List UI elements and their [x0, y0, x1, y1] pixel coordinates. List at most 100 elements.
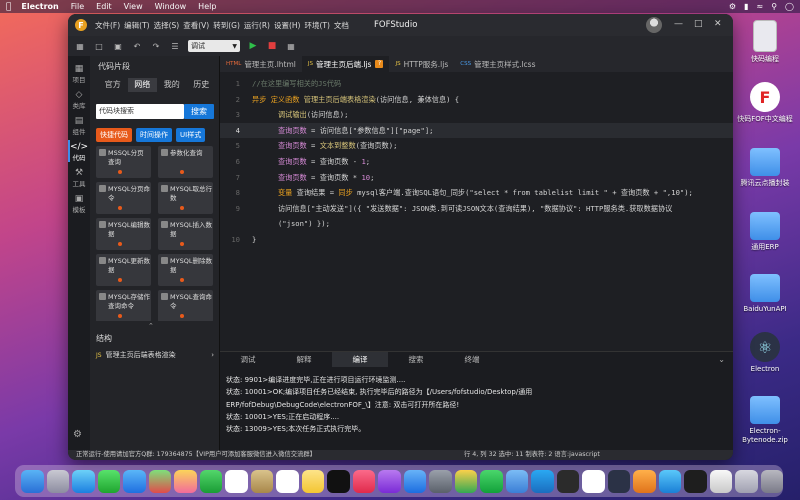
stop-icon[interactable]: ■ — [266, 40, 278, 52]
snippet-card[interactable]: MYSQL编辑数据 — [96, 218, 151, 250]
snippet-tab-history[interactable]: 历史 — [187, 78, 217, 92]
snippet-card[interactable]: MYSQL删除数据 — [158, 254, 213, 286]
code-line[interactable]: 5 查询页数 = 文本到整数(查询页数); — [220, 138, 733, 154]
messages-icon[interactable] — [97, 469, 120, 493]
spotlight-icon[interactable]: ⚲ — [771, 2, 777, 11]
desktop-icon-folder-erp[interactable]: 通用ERP — [730, 212, 800, 252]
activity-code[interactable]: </> 代码 — [68, 140, 90, 162]
code-line[interactable]: ("json") }); — [220, 216, 733, 232]
menubar-item-window[interactable]: Window — [155, 2, 187, 11]
menu-file[interactable]: 文件(F) — [95, 20, 120, 31]
photos-icon[interactable] — [174, 469, 197, 493]
save-icon[interactable]: ▣ — [112, 40, 124, 52]
undo-icon[interactable]: ↶ — [131, 40, 143, 52]
redo-icon[interactable]: ↷ — [150, 40, 162, 52]
desktop-icon-doc[interactable]: 快码编程 — [730, 20, 800, 64]
code-line[interactable]: 1 //在这里编写相关的JS代码 — [220, 76, 733, 92]
snippet-card[interactable]: MYSQL取总行数 — [158, 182, 213, 214]
electron-dock-icon[interactable] — [607, 469, 630, 493]
menubar-item-help[interactable]: Help — [198, 2, 216, 11]
code-line[interactable]: 2 异步 定义函数 管理主页后端表格渲染(访问信息, 兼体信息) { — [220, 92, 733, 108]
snippet-tab-official[interactable]: 官方 — [98, 78, 128, 92]
facetime-icon[interactable] — [199, 469, 222, 493]
desktop-icon-folder-tencent[interactable]: 腾讯云点播封装 — [730, 148, 800, 188]
music-icon[interactable] — [352, 469, 375, 493]
code-lines[interactable]: 1 //在这里编写相关的JS代码 2 异步 定义函数 管理主页后端表格渲染(访问信息,… — [220, 76, 733, 248]
menu-select[interactable]: 选择(S) — [154, 20, 180, 31]
minimize-icon[interactable]: — — [674, 19, 683, 29]
maps-icon[interactable] — [148, 469, 171, 493]
contacts-icon[interactable] — [250, 469, 273, 493]
snippet-card[interactable]: MSSQL分页查询 — [96, 146, 151, 178]
preview-icon[interactable] — [505, 469, 528, 493]
output-tab-explain[interactable]: 解释 — [276, 352, 332, 367]
sublime-icon[interactable] — [633, 469, 656, 493]
terminal-icon[interactable] — [556, 469, 579, 493]
trash-icon[interactable] — [760, 469, 783, 493]
code-line[interactable]: 4 查询页数 = 访问信息["参数信息"]["page"]; — [220, 122, 733, 139]
menu-env[interactable]: 环境(T) — [304, 20, 329, 31]
menu-edit[interactable]: 编辑(T) — [124, 20, 149, 31]
wifi-icon[interactable]: ≈ — [756, 2, 763, 11]
structure-item[interactable]: JS 管理主页后端表格渲染 › — [96, 350, 214, 360]
vscode-icon[interactable] — [531, 469, 554, 493]
menubar-app-name[interactable]: Electron — [21, 2, 58, 11]
snippet-card[interactable]: MYSQL分页命令 — [96, 182, 151, 214]
code-line[interactable]: 9 访问信息["主动发送"]({ "发送数据": JSON类.到可读JSON文本… — [220, 201, 733, 217]
code-line[interactable]: 8 变量 查询结果 = 同步 mysql客户端.查询SQL语句_同步("sele… — [220, 185, 733, 201]
menubar-item-file[interactable]: File — [71, 2, 84, 11]
apple-icon[interactable]:  — [6, 2, 11, 12]
safari-icon[interactable] — [72, 469, 95, 493]
menu-docs[interactable]: 文档 — [334, 20, 349, 31]
app-store-icon[interactable] — [403, 469, 426, 493]
snippet-tab-mine[interactable]: 我的 — [157, 78, 187, 92]
editor-tab-css[interactable]: CSS 管理主页样式.lcss — [454, 56, 541, 72]
menu-settings[interactable]: 设置(H) — [274, 20, 301, 31]
activity-items[interactable]: ▦ 项目 — [68, 64, 90, 84]
battery-icon[interactable]: ▮ — [744, 2, 748, 11]
output-tab-compile[interactable]: 编译 — [332, 352, 388, 367]
collapse-panel-icon[interactable]: ⌄ — [718, 355, 725, 364]
activity-class[interactable]: ◇ 类库 — [68, 90, 90, 110]
desktop-icon-zip[interactable]: Electron-Bytenode.zip — [730, 396, 800, 445]
podcasts-icon[interactable] — [378, 469, 401, 493]
avatar[interactable] — [646, 17, 662, 33]
snippet-tab-network[interactable]: 网络 — [127, 78, 157, 92]
downloads-folder-icon[interactable] — [735, 469, 758, 493]
code-line[interactable]: 7 查询页数 = 查询页数 * 10; — [220, 170, 733, 186]
tv-icon[interactable] — [327, 469, 350, 493]
menu-run[interactable]: 运行(R) — [244, 20, 270, 31]
desktop-icon-folder-baidu[interactable]: BaiduYunAPI — [730, 274, 800, 314]
activity-component[interactable]: ▤ 组件 — [68, 116, 90, 136]
sidebar-toggle-icon[interactable]: ▦ — [74, 40, 86, 52]
desktop-icon-fof[interactable]: F 快码FOF中文编程 — [730, 82, 800, 124]
run-icon[interactable]: ▶ — [247, 40, 259, 52]
notes-icon[interactable] — [301, 469, 324, 493]
menu-goto[interactable]: 转到(G) — [213, 20, 240, 31]
snippet-card[interactable]: MYSQL存储作查询命令 — [96, 290, 151, 321]
finder-icon[interactable] — [21, 469, 44, 493]
close-icon[interactable]: ✕ — [714, 19, 722, 29]
chrome-icon[interactable] — [454, 469, 477, 493]
editor-tab-active-js[interactable]: JS 管理主页后端.ljs ? — [301, 56, 390, 72]
maximize-icon[interactable]: □ — [694, 19, 703, 29]
wechat-icon[interactable] — [480, 469, 503, 493]
fof-dock-icon[interactable] — [582, 469, 605, 493]
output-tab-search[interactable]: 搜索 — [388, 352, 444, 367]
mode-select[interactable]: 调试 ▼ — [188, 40, 240, 52]
code-line[interactable]: 10} — [220, 232, 733, 248]
menu-view[interactable]: 查看(V) — [183, 20, 209, 31]
code-line[interactable]: 6 查询页数 = 查询页数 - 1; — [220, 154, 733, 170]
snippet-card[interactable]: MYSQL查询命令 — [158, 290, 213, 321]
output-tab-terminal[interactable]: 终端 — [444, 352, 500, 367]
system-settings-icon[interactable] — [429, 469, 452, 493]
jetbrains-icon[interactable] — [684, 469, 707, 493]
code-line[interactable]: 3 调试输出(访问信息); — [220, 107, 733, 123]
snippet-card[interactable]: 参数化查询 — [158, 146, 213, 178]
launchpad-icon[interactable] — [46, 469, 69, 493]
collapse-chevron-icon[interactable]: ⌃ — [148, 322, 154, 330]
calendar-icon[interactable] — [225, 469, 248, 493]
activity-template[interactable]: ▣ 模板 — [68, 194, 90, 214]
snippet-card[interactable]: MYSQL插入数据 — [158, 218, 213, 250]
snippet-card[interactable]: MYSQL更新数据 — [96, 254, 151, 286]
